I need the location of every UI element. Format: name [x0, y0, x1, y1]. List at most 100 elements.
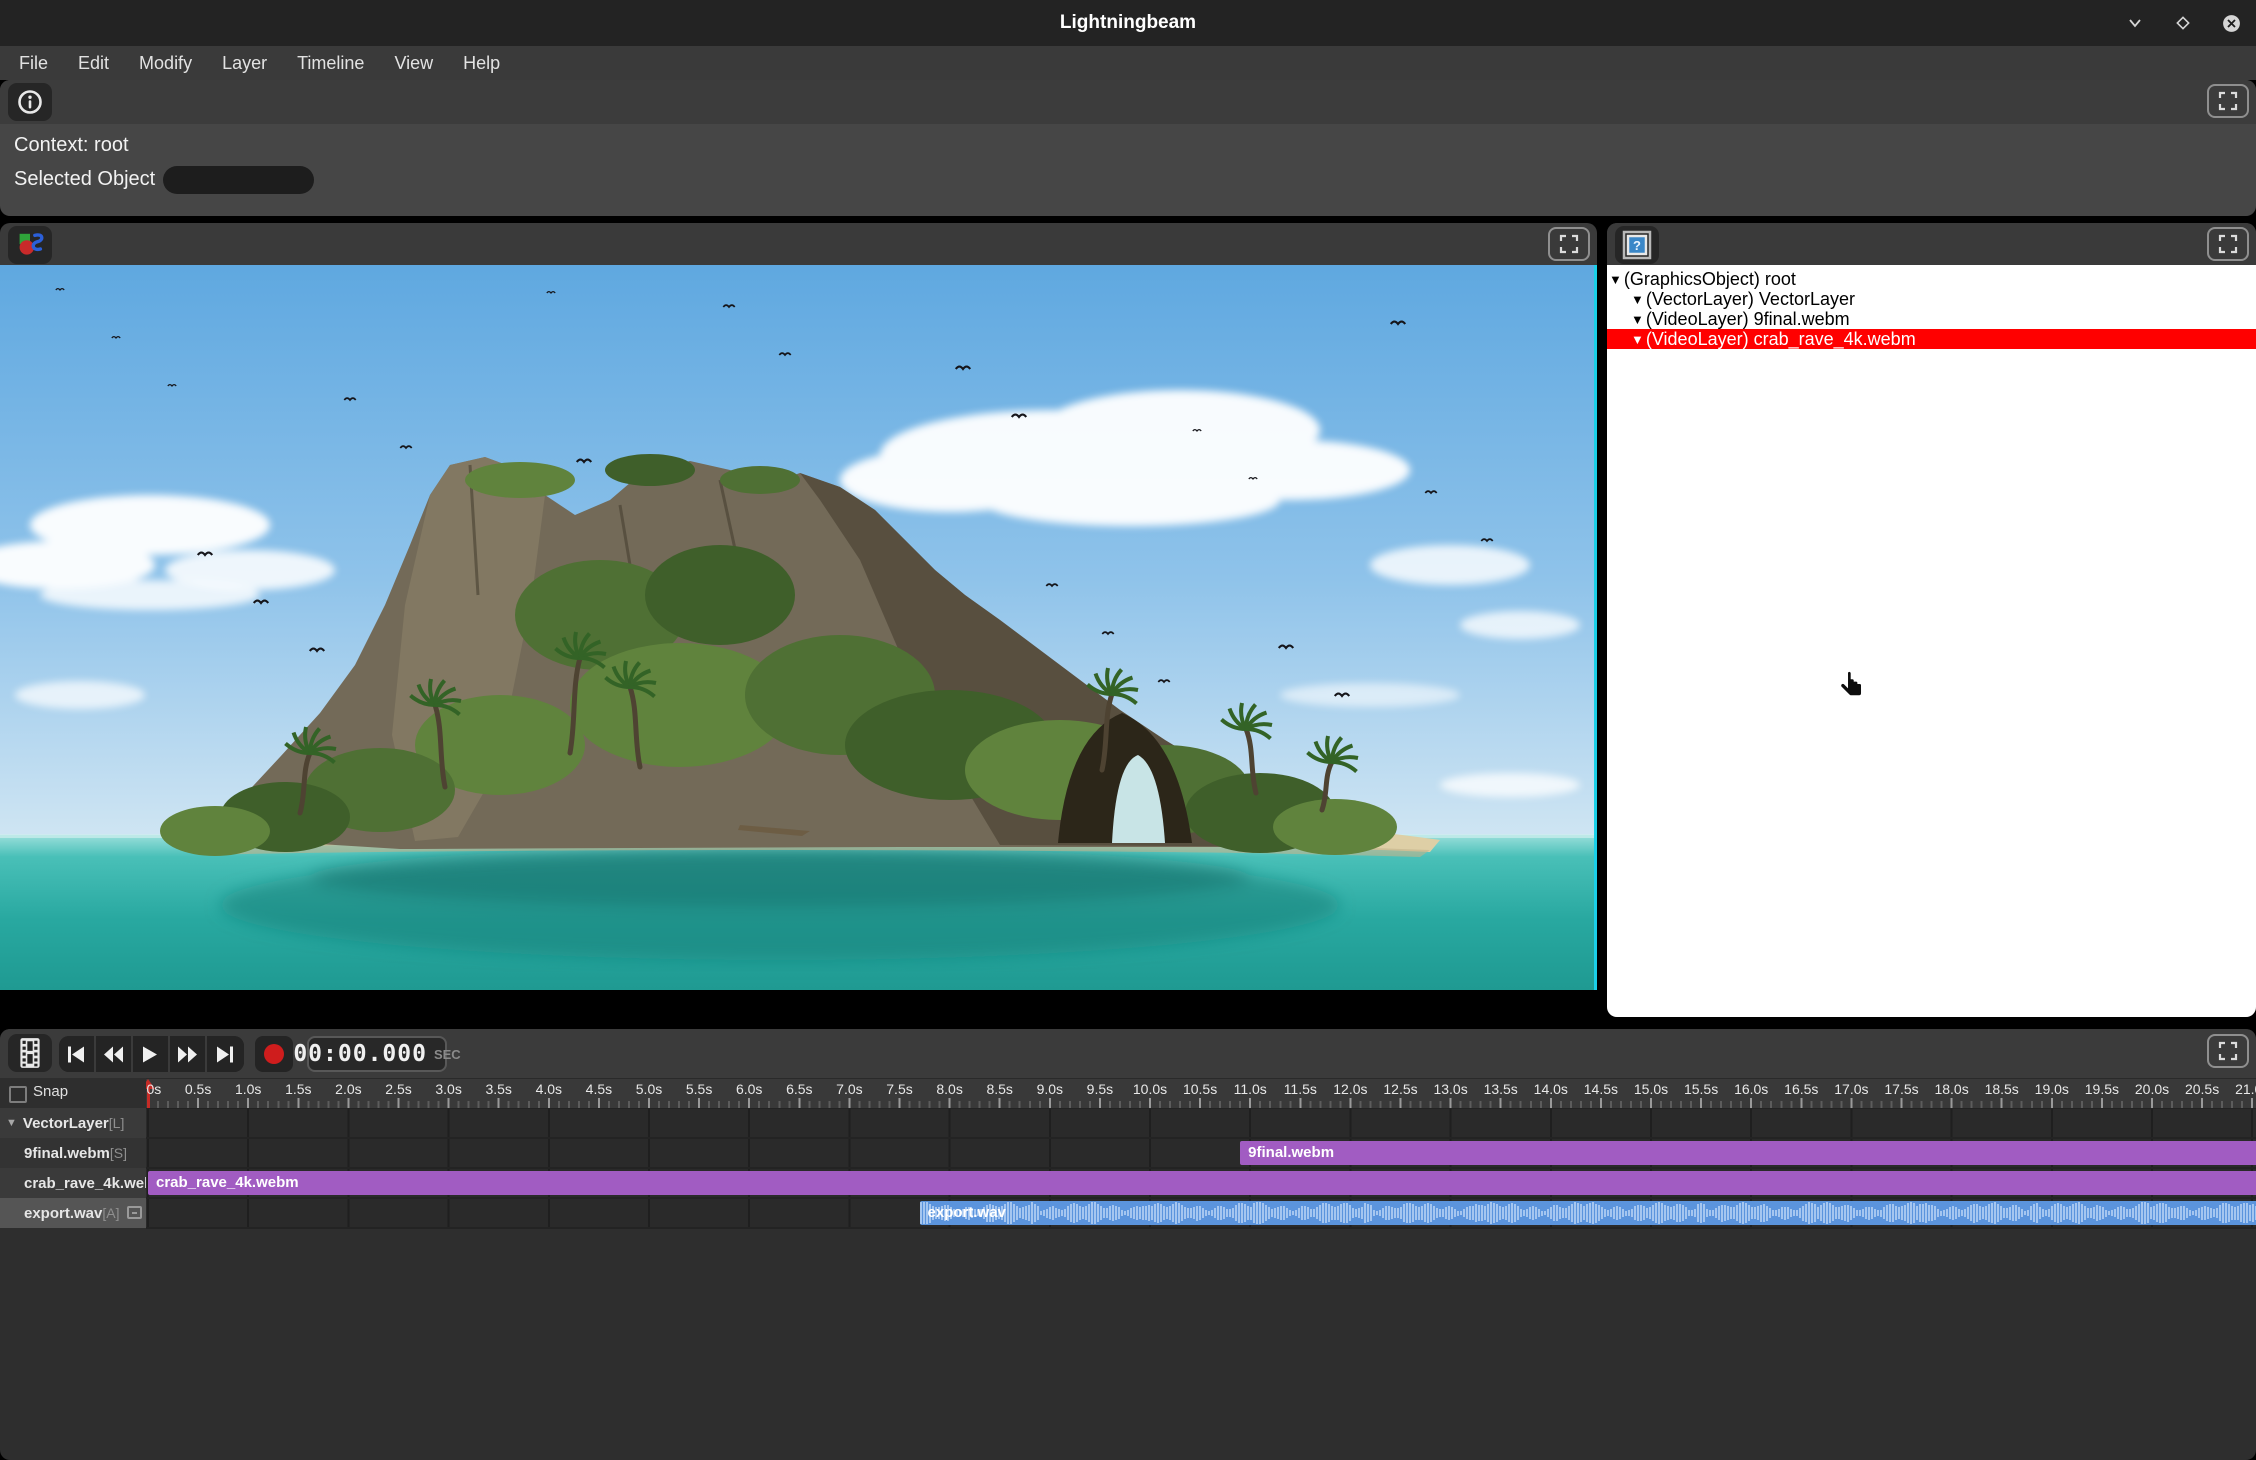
ruler-tick-label: 0.0s	[146, 1081, 161, 1097]
track-name: 9final.webm	[0, 1145, 110, 1162]
menu-item-file[interactable]: File	[4, 46, 63, 80]
track-collapse-icon[interactable]: ▼	[6, 1117, 17, 1129]
tree-expand-icon[interactable]: ▼	[1631, 312, 1644, 327]
tree-row[interactable]: ▼(VideoLayer) 9final.webm	[1607, 309, 2256, 329]
track-label-VectorLayer[interactable]: ▼ VectorLayer[L]	[0, 1108, 146, 1138]
ruler-tick-label: 2.5s	[385, 1081, 411, 1097]
tree-expand-icon[interactable]: ▼	[1631, 332, 1644, 347]
clip-9final.webm[interactable]: 9final.webm	[1240, 1141, 2256, 1165]
ruler-tick-label: 6.0s	[736, 1081, 762, 1097]
objects-tab[interactable]: ?	[1615, 226, 1659, 264]
tree-row-label: (VideoLayer) crab_rave_4k.webm	[1646, 329, 1916, 349]
objects-fullscreen-button[interactable]	[2207, 227, 2249, 261]
fast-forward-icon	[177, 1045, 198, 1064]
clip-export.wav[interactable]: export.wav	[920, 1201, 2256, 1225]
tree-expand-icon[interactable]: ▼	[1631, 292, 1644, 307]
window-title: Lightningbeam	[0, 0, 2256, 46]
tree-row-label: (GraphicsObject) root	[1624, 269, 1796, 289]
ruler-tick-label: 6.5s	[786, 1081, 812, 1097]
selected-object-label: Selected Object	[14, 168, 155, 191]
ruler-tick-label: 18.0s	[1934, 1081, 1968, 1097]
island-reflection	[220, 847, 1340, 960]
ruler-tick-label: 11.0s	[1234, 1081, 1267, 1097]
ruler-tick-label: 8.5s	[986, 1081, 1012, 1097]
info-icon	[16, 88, 44, 116]
record-button[interactable]	[255, 1036, 293, 1072]
ruler-tick-label: 18.5s	[1985, 1081, 2019, 1097]
ruler-tick-label: 8.0s	[936, 1081, 962, 1097]
question-box-icon: ?	[1622, 230, 1652, 260]
clip-crab_rave_4k.webm[interactable]: crab_rave_4k.webm	[148, 1171, 2256, 1195]
timeline-panel: 00:00.000 SEC Snap 0.0s0.5s1.0s1.5s2.0s2…	[0, 1029, 2256, 1460]
app-window: Lightningbeam FileEditModifyLayerTimelin…	[0, 0, 2256, 1460]
track-name: VectorLayer	[23, 1115, 109, 1132]
timeline-ruler[interactable]: 0.0s0.5s1.0s1.5s2.0s2.5s3.0s3.5s4.0s4.5s…	[146, 1078, 2256, 1109]
ruler-tick-label: 9.0s	[1037, 1081, 1063, 1097]
clip-label: 9final.webm	[1248, 1141, 1334, 1165]
menu-item-layer[interactable]: Layer	[207, 46, 282, 80]
ruler-tick-label: 10.5s	[1183, 1081, 1217, 1097]
ruler-tick-label: 17.0s	[1834, 1081, 1868, 1097]
ruler-tick-label: 11.5s	[1284, 1081, 1317, 1097]
rewind-button[interactable]	[96, 1036, 133, 1072]
ruler-tick-label: 7.5s	[886, 1081, 912, 1097]
inspector-header	[0, 80, 2256, 124]
inspector-tab[interactable]	[8, 83, 52, 121]
menu-item-view[interactable]: View	[379, 46, 448, 80]
close-button[interactable]	[2220, 12, 2242, 34]
fullscreen-brackets-icon	[2218, 234, 2238, 254]
skip-to-end-button[interactable]	[207, 1036, 244, 1072]
snap-checkbox[interactable]	[9, 1086, 27, 1103]
stage-tab[interactable]	[8, 226, 52, 264]
time-display: 00:00.000 SEC	[307, 1036, 447, 1072]
objects-header	[1607, 223, 2256, 265]
ruler-tick-label: 17.5s	[1884, 1081, 1918, 1097]
tree-row-label: (VideoLayer) 9final.webm	[1646, 309, 1850, 329]
ruler-tick-label: 14.5s	[1584, 1081, 1618, 1097]
diamond-icon	[2174, 14, 2192, 32]
inspector-fullscreen-button[interactable]	[2207, 84, 2249, 118]
clip-label: export.wav	[928, 1201, 1006, 1225]
menu-bar: FileEditModifyLayerTimelineViewHelp	[0, 46, 2256, 80]
time-value: 00:00.000	[293, 1041, 427, 1067]
track-suffix: [L]	[109, 1115, 125, 1131]
record-icon	[264, 1044, 284, 1064]
tree-expand-icon[interactable]: ▼	[1609, 272, 1622, 287]
track-checkbox[interactable]	[127, 1206, 142, 1219]
tree-row-label: (VectorLayer) VectorLayer	[1646, 289, 1855, 309]
track-lane-9final.webm[interactable]: 9final.webm	[146, 1139, 2256, 1169]
tree-row[interactable]: ▼(VectorLayer) VectorLayer	[1607, 289, 2256, 309]
track-label-export.wav[interactable]: export.wav[A]	[0, 1198, 146, 1228]
object-tree: ▼(GraphicsObject) root▼(VectorLayer) Vec…	[1607, 269, 2256, 349]
track-name: crab_rave_4k.webm	[0, 1175, 146, 1192]
tree-row[interactable]: ▼(GraphicsObject) root	[1607, 269, 2256, 289]
track-lane-crab_rave_4k.webm[interactable]: crab_rave_4k.webm	[146, 1169, 2256, 1199]
tree-row[interactable]: ▼(VideoLayer) crab_rave_4k.webm	[1607, 329, 2256, 349]
ruler-tick-label: 13.0s	[1433, 1081, 1467, 1097]
menu-item-help[interactable]: Help	[448, 46, 515, 80]
stage-fullscreen-button[interactable]	[1548, 227, 1590, 261]
ruler-tick-label: 19.5s	[2085, 1081, 2119, 1097]
transport-controls	[59, 1036, 244, 1072]
track-lane-export.wav[interactable]: export.wav	[146, 1199, 2256, 1229]
stage-canvas[interactable]	[0, 265, 1597, 1017]
maximize-button[interactable]	[2172, 12, 2194, 34]
selected-object-field[interactable]	[163, 166, 314, 194]
ruler-tick-label: 12.0s	[1333, 1081, 1367, 1097]
timeline-fullscreen-button[interactable]	[2207, 1034, 2249, 1068]
snap-area: Snap	[0, 1078, 146, 1108]
ruler-tick-label: 20.0s	[2135, 1081, 2169, 1097]
timeline-tab[interactable]	[8, 1034, 52, 1072]
skip-to-start-button[interactable]	[59, 1036, 96, 1072]
track-suffix: [S]	[110, 1145, 127, 1161]
minimize-button[interactable]	[2124, 12, 2146, 34]
fast-forward-button[interactable]	[170, 1036, 207, 1072]
track-label-9final.webm[interactable]: 9final.webm[S]	[0, 1138, 146, 1168]
play-button[interactable]	[133, 1036, 170, 1072]
track-lane-VectorLayer[interactable]	[146, 1109, 2256, 1139]
menu-item-timeline[interactable]: Timeline	[282, 46, 379, 80]
menu-item-modify[interactable]: Modify	[124, 46, 207, 80]
track-label-crab_rave_4k.webm[interactable]: crab_rave_4k.webm[S]	[0, 1168, 146, 1198]
skip-to-end-icon	[215, 1045, 236, 1064]
menu-item-edit[interactable]: Edit	[63, 46, 124, 80]
